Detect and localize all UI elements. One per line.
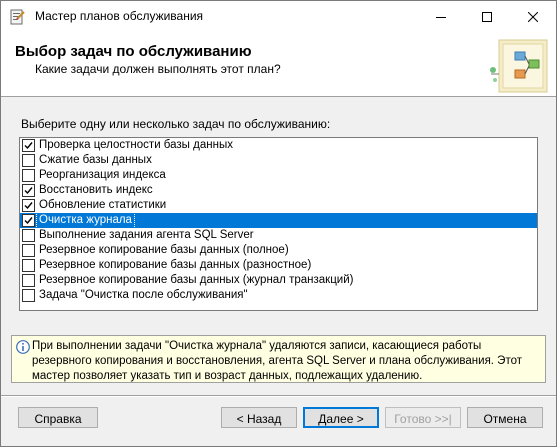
task-item[interactable]: Выполнение задания агента SQL Server [20, 228, 537, 243]
title-bar[interactable]: Мастер планов обслуживания [1, 1, 556, 32]
checkbox-checked-icon[interactable] [22, 214, 35, 227]
minimize-icon [436, 16, 446, 18]
checkbox-checked-icon[interactable] [22, 139, 35, 152]
task-item-label: Задача "Очистка после обслуживания" [39, 289, 248, 301]
task-item[interactable]: Очистка журнала [20, 212, 537, 229]
task-item[interactable]: Проверка целостности базы данных [20, 138, 537, 153]
task-description-text: При выполнении задачи "Очистка журнала" … [32, 340, 522, 382]
task-item-label: Резервное копирование базы данных (разно… [39, 259, 312, 271]
task-item[interactable]: Резервное копирование базы данных (разно… [20, 258, 537, 273]
page-title: Выбор задач по обслуживанию [15, 43, 252, 60]
task-item[interactable]: Восстановить индекс [20, 183, 537, 198]
task-description-panel: При выполнении задачи "Очистка журнала" … [11, 335, 546, 383]
task-item-label: Резервное копирование базы данных (журна… [39, 274, 354, 286]
next-button[interactable]: Далее > [303, 407, 379, 428]
maximize-icon [482, 11, 492, 22]
checkbox-unchecked-icon[interactable] [22, 259, 35, 272]
task-item-label: Сжатие базы данных [39, 154, 152, 166]
task-item-label: Обновление статистики [39, 199, 167, 211]
wizard-illustration-icon [490, 39, 548, 93]
checkbox-unchecked-icon[interactable] [22, 289, 35, 302]
task-item[interactable]: Реорганизация индекса [20, 168, 537, 183]
checkbox-checked-icon[interactable] [22, 199, 35, 212]
wizard-window: Мастер планов обслуживания Выбор задач п… [0, 0, 557, 447]
task-checklist[interactable]: Проверка целостности базы данных Сжатие б… [19, 137, 538, 311]
task-item-label: Реорганизация индекса [39, 169, 166, 181]
task-prompt: Выберите одну или несколько задач по обс… [21, 117, 331, 131]
back-button[interactable]: < Назад [221, 407, 297, 428]
footer-separator [1, 395, 556, 397]
checkbox-unchecked-icon[interactable] [22, 244, 35, 257]
task-item-label: Проверка целостности базы данных [39, 139, 233, 151]
checkbox-unchecked-icon[interactable] [22, 229, 35, 242]
task-item-label: Выполнение задания агента SQL Server [39, 229, 254, 241]
close-icon [528, 11, 538, 22]
window-title: Мастер планов обслуживания [35, 9, 204, 23]
task-item[interactable]: Резервное копирование базы данных (журна… [20, 273, 537, 288]
task-item[interactable]: Сжатие базы данных [20, 153, 537, 168]
task-item-label: Восстановить индекс [39, 184, 153, 196]
task-item-label: Очистка журнала [36, 212, 135, 229]
cancel-button[interactable]: Отмена [467, 407, 543, 428]
finish-button[interactable]: Готово >>| [385, 407, 461, 428]
close-button[interactable] [510, 1, 556, 32]
maximize-button[interactable] [464, 1, 510, 32]
checkbox-checked-icon[interactable] [22, 184, 35, 197]
checkbox-unchecked-icon[interactable] [22, 169, 35, 182]
help-button[interactable]: Справка [18, 407, 98, 428]
checkbox-unchecked-icon[interactable] [22, 154, 35, 167]
task-item[interactable]: Обновление статистики [20, 198, 537, 213]
checkbox-unchecked-icon[interactable] [22, 274, 35, 287]
task-item[interactable]: Резервное копирование базы данных (полно… [20, 243, 537, 258]
minimize-button[interactable] [418, 1, 464, 32]
task-item-label: Резервное копирование базы данных (полно… [39, 244, 289, 256]
info-icon [16, 340, 30, 354]
page-subtitle: Какие задачи должен выполнять этот план? [35, 62, 281, 76]
wizard-header: Выбор задач по обслуживанию Какие задачи… [1, 32, 556, 97]
task-item[interactable]: Задача "Очистка после обслуживания" [20, 288, 537, 303]
app-icon [9, 9, 25, 25]
